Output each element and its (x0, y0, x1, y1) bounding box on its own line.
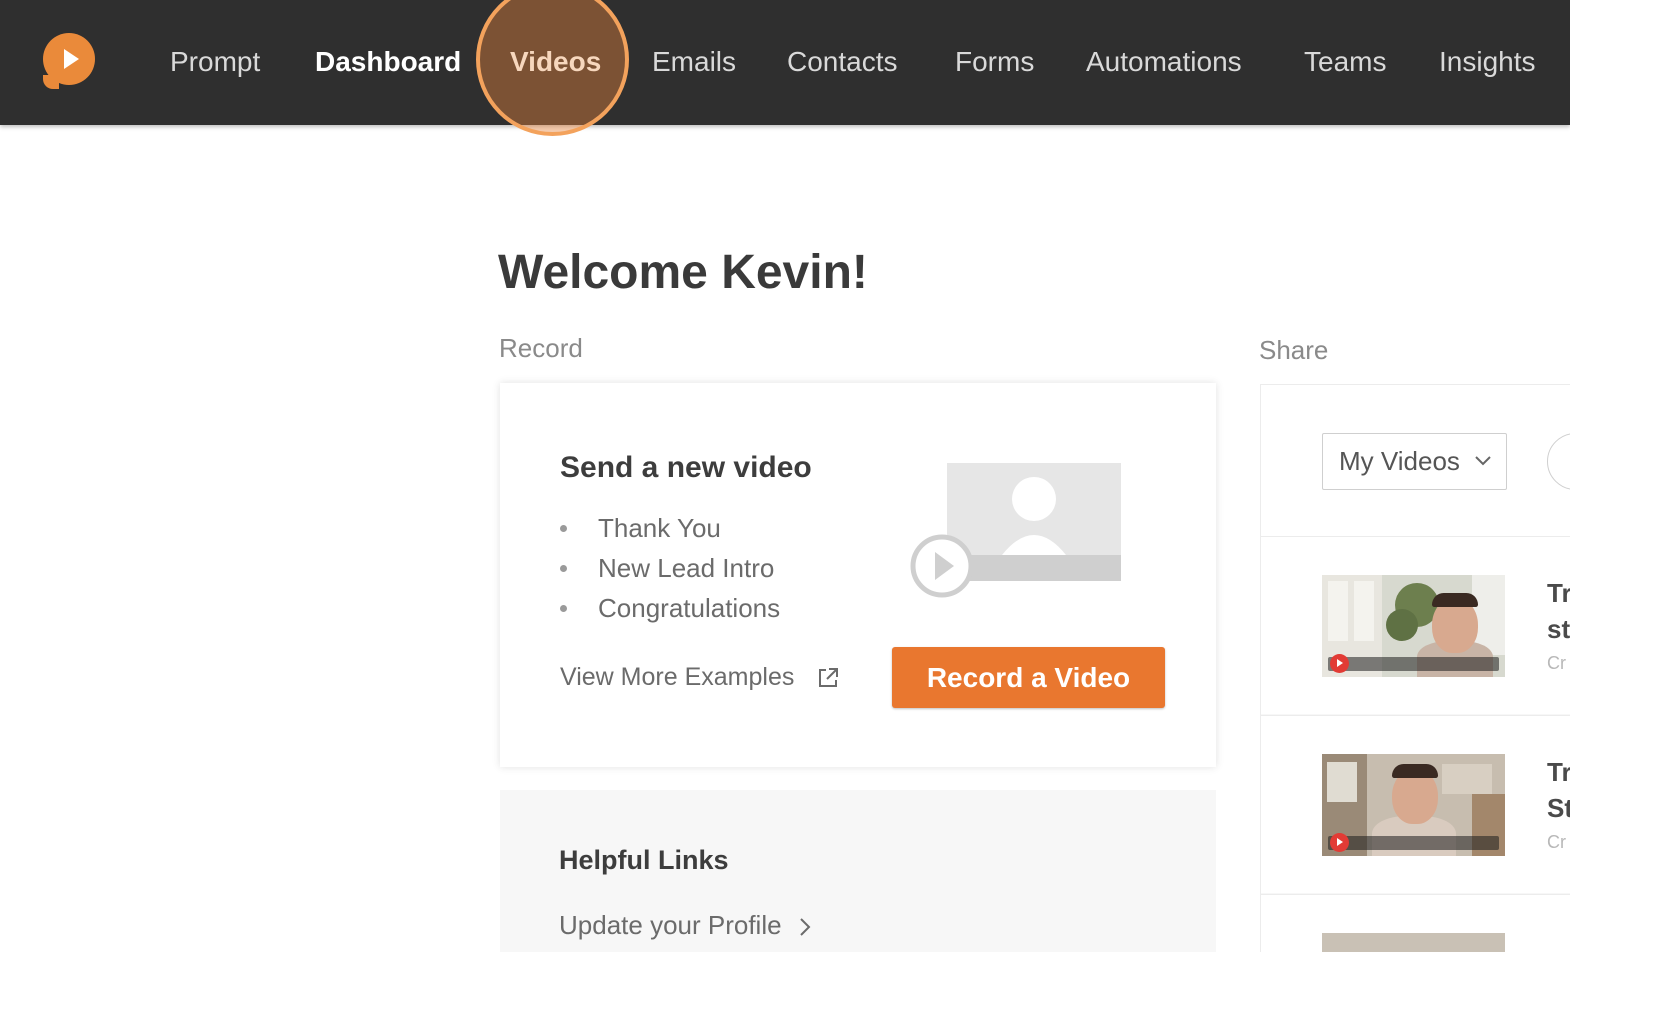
record-card: Send a new video Thank You New Lead Intr… (500, 383, 1216, 767)
page-title: Welcome Kevin! (498, 246, 868, 299)
nav-item-teams[interactable]: Teams (1304, 42, 1386, 82)
nav-item-contacts[interactable]: Contacts (787, 42, 898, 82)
screenshot-stage: Prompt Dashboard Videos Emails Contacts … (0, 0, 1656, 1028)
nav-item-automations[interactable]: Automations (1086, 42, 1242, 82)
example-label: Congratulations (598, 593, 781, 623)
example-label: New Lead Intro (598, 553, 775, 583)
nav-item-forms[interactable]: Forms (955, 42, 1034, 82)
share-section-label: Share (1259, 335, 1329, 365)
share-panel: My Videos Tr st Cr Tr St Cr (1260, 384, 1570, 952)
video-thumbnail[interactable] (1322, 754, 1505, 856)
bullet-icon (560, 525, 567, 532)
bullet-icon (560, 565, 567, 572)
video-title: Tr st (1547, 575, 1570, 647)
app-logo-icon[interactable] (43, 33, 95, 89)
play-icon (64, 49, 79, 69)
search-pill-button[interactable] (1547, 433, 1570, 490)
video-meta: Cr (1547, 653, 1566, 673)
video-overlay-bar (1328, 836, 1499, 850)
top-nav-bar: Prompt Dashboard Videos Emails Contacts … (0, 0, 1570, 136)
nav-item-prompt[interactable]: Prompt (170, 42, 260, 82)
video-overlay-bar (1328, 657, 1499, 671)
video-title-line: St (1547, 793, 1570, 823)
nav-item-videos[interactable]: Videos (510, 42, 601, 82)
video-list-item[interactable]: Tr st Cr (1261, 536, 1570, 714)
video-filter-dropdown[interactable]: My Videos (1322, 433, 1507, 490)
video-title-line: st (1547, 614, 1570, 644)
record-section-label: Record (499, 333, 583, 363)
video-filter-value: My Videos (1339, 446, 1460, 476)
view-more-label: View More Examples (560, 663, 795, 691)
update-profile-link[interactable]: Update your Profile (559, 910, 811, 941)
chevron-down-icon (1475, 456, 1491, 466)
view-more-examples-link[interactable]: View More Examples (560, 659, 841, 695)
helpful-links-card: Helpful Links Update your Profile (500, 790, 1216, 952)
record-video-button[interactable]: Record a Video (892, 647, 1165, 708)
video-meta: Cr (1547, 832, 1566, 852)
video-title-line: Tr (1547, 578, 1570, 608)
list-item: New Lead Intro (560, 548, 780, 588)
video-thumbnail[interactable] (1322, 575, 1505, 677)
update-profile-label: Update your Profile (559, 910, 782, 940)
person-hair (1432, 593, 1478, 607)
person-hair (1392, 764, 1438, 778)
example-list: Thank You New Lead Intro Congratulations (560, 508, 780, 628)
card-title: Send a new video (560, 451, 812, 484)
video-list-item[interactable] (1261, 894, 1570, 952)
video-title: Tr St (1547, 754, 1570, 826)
nav-item-dashboard[interactable]: Dashboard (315, 42, 461, 82)
external-link-icon (819, 668, 839, 688)
video-list-item[interactable]: Tr St Cr (1261, 715, 1570, 893)
chevron-right-icon (800, 918, 811, 936)
share-panel-header: My Videos (1261, 384, 1570, 536)
play-icon[interactable] (1330, 654, 1349, 673)
play-icon[interactable] (1330, 833, 1349, 852)
video-thumbnail[interactable] (1322, 933, 1505, 952)
list-item: Congratulations (560, 588, 780, 628)
video-title-line: Tr (1547, 757, 1570, 787)
app-window: Prompt Dashboard Videos Emails Contacts … (0, 0, 1570, 952)
video-placeholder-icon (910, 463, 1121, 598)
helpful-links-title: Helpful Links (559, 845, 729, 875)
bullet-icon (560, 605, 567, 612)
nav-item-emails[interactable]: Emails (652, 42, 736, 82)
list-item: Thank You (560, 508, 780, 548)
example-label: Thank You (598, 513, 721, 543)
nav-item-insights[interactable]: Insights (1439, 42, 1536, 82)
